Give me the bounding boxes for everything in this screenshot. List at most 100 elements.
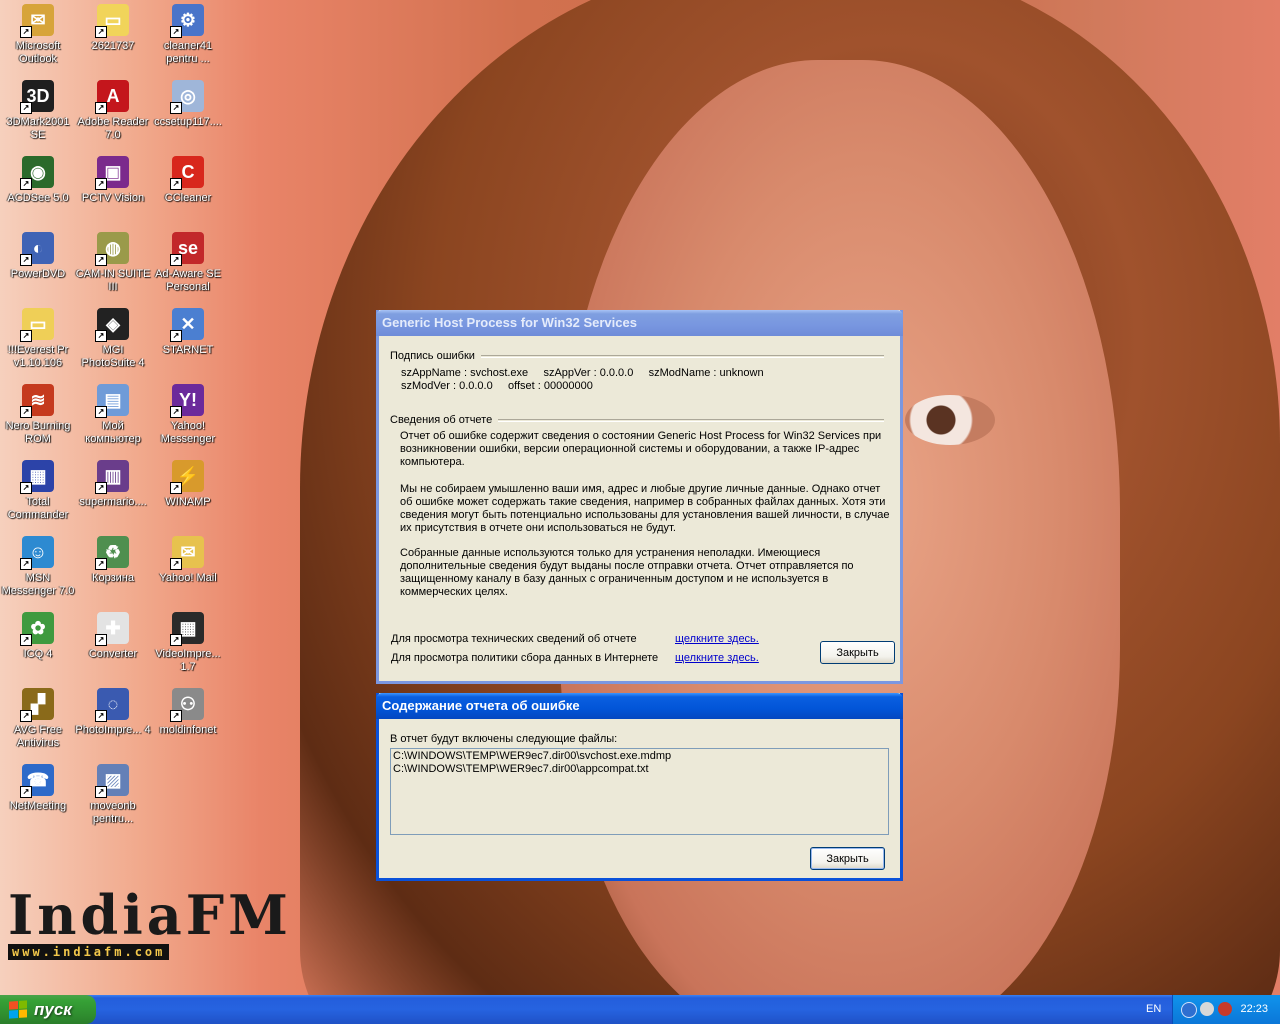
desktop-icon[interactable]: ▭ ↗ 2621737: [75, 4, 151, 53]
desktop-icon[interactable]: ≋ ↗ Nero Burning ROM: [0, 384, 76, 446]
tech-details-link[interactable]: щелкните здесь.: [675, 633, 759, 646]
signature-line-1: szAppName : svchost.exe szAppVer : 0.0.0…: [401, 367, 764, 379]
desktop-icon-image: ♻ ↗: [95, 536, 129, 570]
close-button[interactable]: Закрыть: [820, 641, 895, 664]
report-paragraph-1: Отчет об ошибке содержит сведения о сост…: [400, 430, 882, 468]
desktop-icon[interactable]: ▦ ↗ VideoImpre... 1.7: [150, 612, 226, 674]
desktop-icon[interactable]: 3D ↗ 3DMark2001 SE: [0, 80, 76, 142]
clock: 22:23: [1240, 1003, 1268, 1015]
desktop-icon-label: Microsoft Outlook: [15, 40, 61, 65]
shortcut-arrow-icon: ↗: [170, 634, 182, 646]
desktop-icon-label: AVG Free Antivirus: [13, 724, 63, 749]
shortcut-arrow-icon: ↗: [95, 634, 107, 646]
desktop-icon-image: Y! ↗: [170, 384, 204, 418]
shortcut-arrow-icon: ↗: [170, 254, 182, 266]
antivirus-icon[interactable]: [1218, 1002, 1232, 1016]
desktop-icon-label: NetMeeting: [9, 800, 67, 812]
error-window-titlebar[interactable]: Generic Host Process for Win32 Services: [376, 310, 903, 336]
language-indicator[interactable]: EN: [1146, 995, 1161, 1024]
report-group-heading: Сведения об отчете: [390, 414, 884, 426]
policy-label: Для просмотра политики сбора данных в Ин…: [391, 652, 659, 664]
shortcut-arrow-icon: ↗: [20, 482, 32, 494]
desktop-icon[interactable]: ✿ ↗ ICQ 4: [0, 612, 76, 661]
desktop-icon-image: ▨ ↗: [95, 764, 129, 798]
desktop-icon[interactable]: ▨ ↗ moveonb pentru...: [75, 764, 151, 826]
signature-divider: [480, 354, 884, 358]
desktop-icon[interactable]: Y! ↗ Yahoo! Messenger: [150, 384, 226, 446]
shortcut-arrow-icon: ↗: [95, 178, 107, 190]
start-button[interactable]: пуск: [0, 995, 96, 1024]
desktop-icon-label: ICQ 4: [23, 648, 53, 660]
desktop-icon-image: ✚ ↗: [95, 612, 129, 646]
shortcut-arrow-icon: ↗: [170, 710, 182, 722]
shortcut-arrow-icon: ↗: [95, 786, 107, 798]
desktop-icon[interactable]: ⚙ ↗ cleaner41 pentru ...: [150, 4, 226, 66]
desktop-icon[interactable]: ☺ ↗ MSN Messenger 7.0: [0, 536, 76, 598]
desktop-icon-label: MGI PhotoSuite 4: [81, 344, 145, 369]
desktop-icon-image: ▦ ↗: [20, 460, 54, 494]
desktop-icon-image: ▦ ↗: [170, 612, 204, 646]
desktop-icon[interactable]: se ↗ Ad-Aware SE Personal: [150, 232, 226, 294]
desktop-icon[interactable]: ♻ ↗ Корзина: [75, 536, 151, 585]
desktop-icon[interactable]: ◍ ↗ CAM-IN SUITE III: [75, 232, 151, 294]
desktop-icon[interactable]: ▤ ↗ Мой компьютер: [75, 384, 151, 446]
network-icon[interactable]: [1200, 1002, 1214, 1016]
desktop-icon-label: ccsetup117....: [154, 116, 222, 128]
desktop-icon-label: STARNET: [162, 344, 214, 356]
tech-details-label: Для просмотра технических сведений об от…: [391, 633, 637, 645]
shortcut-arrow-icon: ↗: [20, 178, 32, 190]
desktop-icon[interactable]: ◈ ↗ MGI PhotoSuite 4: [75, 308, 151, 370]
desktop-icon[interactable]: ☎ ↗ NetMeeting: [0, 764, 76, 813]
shortcut-arrow-icon: ↗: [95, 406, 107, 418]
close-contents-button[interactable]: Закрыть: [810, 847, 885, 870]
desktop-icon-image: ☺ ↗: [20, 536, 54, 570]
desktop-icon[interactable]: ✚ ↗ Converter: [75, 612, 151, 661]
desktop-icon-label: !!!Everest Pr v1.10.106: [7, 344, 69, 369]
file-item[interactable]: C:\WINDOWS\TEMP\WER9ec7.dir00\svchost.ex…: [393, 750, 886, 763]
desktop-icon-image: ⚡ ↗: [170, 460, 204, 494]
report-paragraph-2: Мы не собираем умышленно ваши имя, адрес…: [400, 483, 890, 534]
desktop-icon[interactable]: ✕ ↗ STARNET: [150, 308, 226, 357]
desktop-icon[interactable]: ⚡ ↗ WINAMP: [150, 460, 226, 509]
file-item[interactable]: C:\WINDOWS\TEMP\WER9ec7.dir00\appcompat.…: [393, 763, 886, 776]
desktop-icon-image: ✕ ↗: [170, 308, 204, 342]
desktop-icon[interactable]: C ↗ CCleaner: [150, 156, 226, 205]
desktop-icon[interactable]: ◉ ↗ ACDSee 5.0: [0, 156, 76, 205]
files-listbox[interactable]: C:\WINDOWS\TEMP\WER9ec7.dir00\svchost.ex…: [390, 748, 889, 835]
shortcut-arrow-icon: ↗: [20, 254, 32, 266]
desktop-icon-image: ◎ ↗: [170, 80, 204, 114]
desktop-icon-label: Корзина: [92, 572, 134, 584]
shortcut-arrow-icon: ↗: [95, 330, 107, 342]
desktop-icon[interactable]: ✉ ↗ Microsoft Outlook: [0, 4, 76, 66]
desktop-icon[interactable]: ▣ ↗ PCTV Vision: [75, 156, 151, 205]
shortcut-arrow-icon: ↗: [95, 482, 107, 494]
desktop-icon-image: ◐ ↗: [20, 232, 54, 266]
desktop-icon[interactable]: ▭ ↗ !!!Everest Pr v1.10.106: [0, 308, 76, 370]
desktop-icon[interactable]: ◌ ↗ PhotoImpre... 4: [75, 688, 151, 737]
desktop-icon-image: A ↗: [95, 80, 129, 114]
desktop-icon-label: 3DMark2001 SE: [6, 116, 70, 141]
contents-window-titlebar[interactable]: Содержание отчета об ошибке: [376, 693, 903, 719]
desktop-icon-label: Мой компьютер: [85, 420, 141, 445]
desktop-icon[interactable]: ✉ ↗ Yahoo! Mail: [150, 536, 226, 585]
start-label: пуск: [34, 1000, 72, 1019]
shortcut-arrow-icon: ↗: [20, 102, 32, 114]
desktop-icon[interactable]: ▦ ↗ Total Commander: [0, 460, 76, 522]
policy-link[interactable]: щелкните здесь.: [675, 652, 759, 665]
desktop-icon-label: cleaner41 pentru ...: [163, 40, 213, 65]
desktop-icon-label: MSN Messenger 7.0: [1, 572, 75, 597]
desktop-icon-label: PowerDVD: [10, 268, 66, 280]
desktop-icon[interactable]: A ↗ Adobe Reader 7.0: [75, 80, 151, 142]
desktop-icon[interactable]: ⚇ ↗ moldinfonet: [150, 688, 226, 737]
shortcut-arrow-icon: ↗: [170, 26, 182, 38]
desktop-icon[interactable]: ◐ ↗ PowerDVD: [0, 232, 76, 281]
report-divider: [498, 418, 884, 422]
desktop-icon[interactable]: ▥ ↗ supermario....: [75, 460, 151, 509]
shortcut-arrow-icon: ↗: [170, 330, 182, 342]
desktop-icon-label: 2621737: [91, 40, 135, 52]
desktop-icon[interactable]: ◎ ↗ ccsetup117....: [150, 80, 226, 129]
show-hidden-icons-icon[interactable]: [1181, 1002, 1197, 1018]
desktop-icon[interactable]: ▞ ↗ AVG Free Antivirus: [0, 688, 76, 750]
desktop-icon-label: Yahoo! Mail: [159, 572, 217, 584]
shortcut-arrow-icon: ↗: [20, 634, 32, 646]
